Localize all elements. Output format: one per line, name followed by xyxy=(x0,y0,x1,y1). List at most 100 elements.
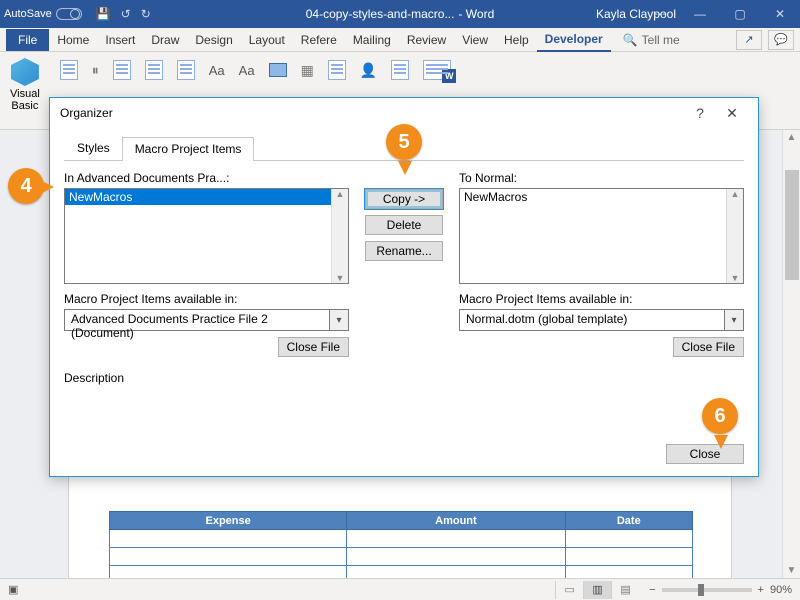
left-column: In Advanced Documents Pra...: NewMacros … xyxy=(64,171,349,357)
dialog-tab-macro[interactable]: Macro Project Items xyxy=(122,137,255,161)
addins-icon[interactable] xyxy=(113,60,131,80)
left-list-label: In Advanced Documents Pra...: xyxy=(64,171,349,185)
doc-name: 04-copy-styles-and-macro... xyxy=(306,7,455,21)
left-combo[interactable]: Advanced Documents Practice File 2 (Docu… xyxy=(64,309,349,331)
dialog-help-button[interactable]: ? xyxy=(684,105,716,121)
picture-control-icon[interactable] xyxy=(269,63,287,77)
view-buttons: ▭ ▥ ▤ xyxy=(555,581,639,599)
copy-button[interactable]: Copy -> xyxy=(365,189,443,209)
window-buttons: ⋯ — ▢ ✕ xyxy=(640,0,800,28)
tab-view[interactable]: View xyxy=(454,29,496,51)
left-list-scrollbar[interactable]: ▲▼ xyxy=(331,189,348,283)
scroll-up-icon[interactable]: ▲ xyxy=(787,132,797,143)
undo-icon[interactable]: ↺ xyxy=(121,7,131,21)
tab-draw[interactable]: Draw xyxy=(143,29,187,51)
table-row[interactable] xyxy=(110,566,693,579)
restore-button[interactable]: ▢ xyxy=(720,0,760,28)
print-layout-icon[interactable]: ▥ xyxy=(583,581,611,599)
share-button[interactable]: ↗ xyxy=(736,30,762,50)
dialog-tab-styles[interactable]: Styles xyxy=(64,136,123,160)
chevron-down-icon[interactable]: ▾ xyxy=(329,309,349,331)
plain-text-control-icon[interactable]: Aa xyxy=(239,63,255,78)
dialog-close-x[interactable]: ✕ xyxy=(716,105,748,122)
table-row[interactable] xyxy=(110,530,693,548)
save-icon[interactable]: 💾 xyxy=(96,7,111,21)
restrict-editing-icon[interactable] xyxy=(391,60,409,80)
vertical-scrollbar[interactable]: ▲ ▼ xyxy=(782,130,800,578)
minimize-button[interactable]: — xyxy=(680,0,720,28)
middle-column: Copy -> Delete Rename... xyxy=(359,171,449,357)
building-block-icon[interactable]: ▦ xyxy=(301,62,314,79)
macro-record-icon[interactable]: ▣ xyxy=(8,583,18,596)
comments-button[interactable]: 💬 xyxy=(768,30,794,50)
callout-4: 4 xyxy=(8,168,46,218)
scroll-down-icon[interactable]: ▼ xyxy=(787,565,797,576)
status-bar: ▣ ▭ ▥ ▤ − + 90% xyxy=(0,578,800,600)
tab-layout[interactable]: Layout xyxy=(241,29,293,51)
scroll-up-icon[interactable]: ▲ xyxy=(731,189,740,199)
expense-table: Expense Amount Date xyxy=(109,511,693,578)
rich-text-control-icon[interactable]: Aa xyxy=(209,63,225,78)
ribbon-options-icon[interactable]: ⋯ xyxy=(640,0,680,28)
zoom-slider[interactable] xyxy=(662,588,752,592)
right-listbox[interactable]: NewMacros ▲▼ xyxy=(459,188,744,284)
zoom-level[interactable]: 90% xyxy=(770,584,792,596)
quick-access-toolbar: 💾 ↺ ↻ xyxy=(96,7,151,21)
autosave-toggle[interactable]: AutoSave xyxy=(4,8,82,20)
visual-basic-button[interactable]: Visual Basic xyxy=(6,54,44,116)
zoom-in-button[interactable]: + xyxy=(758,584,764,596)
col-expense: Expense xyxy=(110,512,347,530)
table-row[interactable] xyxy=(110,548,693,566)
tab-insert[interactable]: Insert xyxy=(97,29,143,51)
document-template-icon[interactable]: W xyxy=(423,60,451,80)
right-combo-label: Macro Project Items available in: xyxy=(459,292,744,306)
pause-icon[interactable]: ⏸ xyxy=(92,62,99,79)
app-name: - Word xyxy=(458,7,494,21)
zoom-control: − + 90% xyxy=(649,584,792,596)
search-icon: 🔍 xyxy=(623,33,638,47)
com-addins-icon[interactable] xyxy=(177,60,195,80)
zoom-out-button[interactable]: − xyxy=(649,584,655,596)
tab-file[interactable]: File xyxy=(6,29,49,51)
col-amount: Amount xyxy=(347,512,565,530)
tab-review[interactable]: Review xyxy=(399,29,454,51)
right-close-file-button[interactable]: Close File xyxy=(673,337,744,357)
redo-icon[interactable]: ↻ xyxy=(141,7,151,21)
word-addins-icon[interactable] xyxy=(145,60,163,80)
scrollbar-thumb[interactable] xyxy=(785,170,799,280)
ribbon-tabs: File Home Insert Draw Design Layout Refe… xyxy=(0,28,800,52)
scroll-down-icon[interactable]: ▼ xyxy=(336,273,345,283)
rename-button[interactable]: Rename... xyxy=(365,241,443,261)
block-authors-icon[interactable]: 👤 xyxy=(360,62,377,79)
chevron-down-icon[interactable]: ▾ xyxy=(724,309,744,331)
left-close-file-button[interactable]: Close File xyxy=(278,337,349,357)
tab-design[interactable]: Design xyxy=(187,29,240,51)
right-combo[interactable]: Normal.dotm (global template) ▾ xyxy=(459,309,744,331)
scroll-down-icon[interactable]: ▼ xyxy=(731,273,740,283)
read-mode-icon[interactable]: ▭ xyxy=(555,581,583,599)
right-combo-value: Normal.dotm (global template) xyxy=(459,309,724,331)
delete-button[interactable]: Delete xyxy=(365,215,443,235)
tab-help[interactable]: Help xyxy=(496,29,537,51)
tab-mailings[interactable]: Mailing xyxy=(345,29,399,51)
right-list-item-newmacros[interactable]: NewMacros xyxy=(460,189,726,205)
tab-home[interactable]: Home xyxy=(49,29,97,51)
autosave-label: AutoSave xyxy=(4,8,52,20)
tab-developer[interactable]: Developer xyxy=(537,28,611,52)
tab-references[interactable]: Refere xyxy=(293,29,345,51)
right-list-scrollbar[interactable]: ▲▼ xyxy=(726,189,743,283)
xml-mapping-icon[interactable] xyxy=(328,60,346,80)
document-title: 04-copy-styles-and-macro... - Word xyxy=(306,7,495,21)
toggle-switch-icon xyxy=(56,8,82,20)
tell-me[interactable]: 🔍 Tell me xyxy=(623,33,680,47)
macros-icon[interactable] xyxy=(60,60,78,80)
close-window-button[interactable]: ✕ xyxy=(760,0,800,28)
left-combo-value: Advanced Documents Practice File 2 (Docu… xyxy=(64,309,329,331)
left-list-item-newmacros[interactable]: NewMacros xyxy=(65,189,331,205)
titlebar-left: AutoSave 💾 ↺ ↻ xyxy=(4,7,151,21)
title-bar: AutoSave 💾 ↺ ↻ 04-copy-styles-and-macro.… xyxy=(0,0,800,28)
left-listbox[interactable]: NewMacros ▲▼ xyxy=(64,188,349,284)
scroll-up-icon[interactable]: ▲ xyxy=(336,189,345,199)
web-layout-icon[interactable]: ▤ xyxy=(611,581,639,599)
description-label: Description xyxy=(64,371,744,385)
